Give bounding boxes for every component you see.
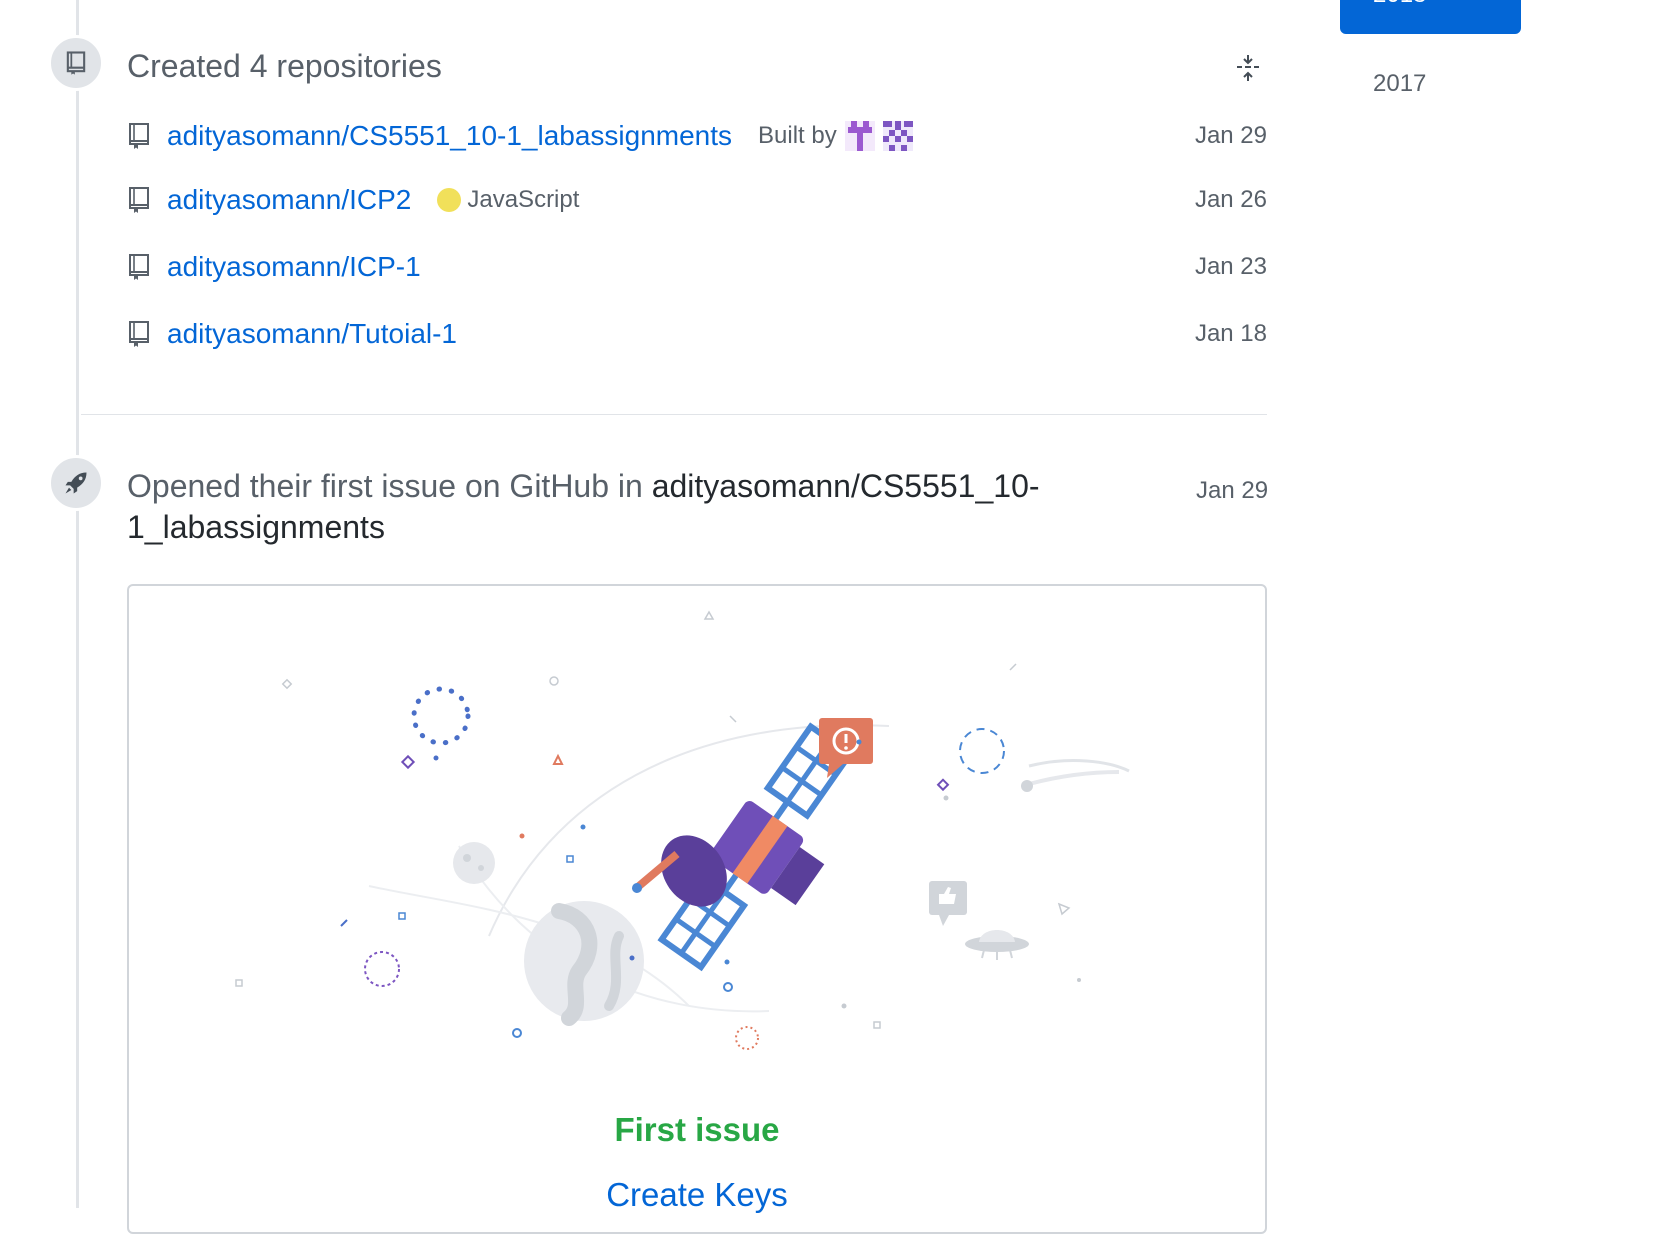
repo-icon: [127, 319, 151, 349]
rocket-icon: [65, 472, 87, 494]
repo-icon: [127, 252, 151, 282]
repo-link[interactable]: adityasomann/ICP2: [167, 184, 411, 216]
created-event-title: Created 4 repositories: [127, 48, 442, 84]
repo-icon: [127, 121, 151, 151]
first-issue-card: First issue Create Keys: [127, 584, 1267, 1234]
card-headline: First issue: [614, 1111, 780, 1148]
card-issue-link[interactable]: Create Keys: [129, 1176, 1265, 1214]
repo-icon: [127, 185, 151, 215]
event-divider: [81, 414, 1267, 415]
contributor-avatar-2[interactable]: [882, 121, 913, 151]
issue-event-title: Opened their first issue on GitHub in ad…: [127, 466, 1107, 548]
repo-language: JavaScript: [437, 186, 579, 214]
repo-row: adityasomann/ICP-1 Jan 23: [127, 245, 1267, 289]
year-2017-link[interactable]: 2017: [1373, 70, 1426, 98]
fold-icon: [1237, 55, 1259, 81]
repo-date: Jan 26: [1194, 186, 1267, 213]
contributor-avatar-1[interactable]: [844, 121, 875, 151]
repo-badge: [48, 35, 104, 91]
year-2018-button[interactable]: 2018: [1340, 0, 1521, 34]
issue-date: Jan 29: [1196, 477, 1269, 504]
built-by: Built by: [758, 121, 913, 151]
collapse-button[interactable]: [1233, 52, 1263, 84]
language-color-dot: [437, 188, 462, 212]
issue-title-prefix: Opened their first issue on GitHub in: [127, 468, 652, 504]
repo-link[interactable]: adityasomann/CS5551_10-1_labassignments: [167, 120, 732, 152]
repo-row: adityasomann/ICP2 JavaScript Jan 26: [127, 178, 1267, 222]
timeline-line: [76, 0, 79, 1208]
repo-icon: [66, 51, 86, 75]
repo-row: adityasomann/CS5551_10-1_labassignments …: [127, 114, 1267, 158]
repo-date: Jan 23: [1194, 253, 1267, 280]
repo-link[interactable]: adityasomann/ICP-1: [167, 251, 421, 283]
satellite-space-illustration: [235, 610, 1130, 1050]
rocket-badge: [48, 455, 104, 511]
repo-date: Jan 18: [1194, 320, 1267, 347]
built-by-label: Built by: [758, 122, 837, 149]
repo-row: adityasomann/Tutoial-1 Jan 18: [127, 312, 1267, 356]
repo-link[interactable]: adityasomann/Tutoial-1: [167, 318, 457, 350]
language-label: JavaScript: [467, 186, 580, 213]
repo-date: Jan 29: [1194, 122, 1267, 149]
